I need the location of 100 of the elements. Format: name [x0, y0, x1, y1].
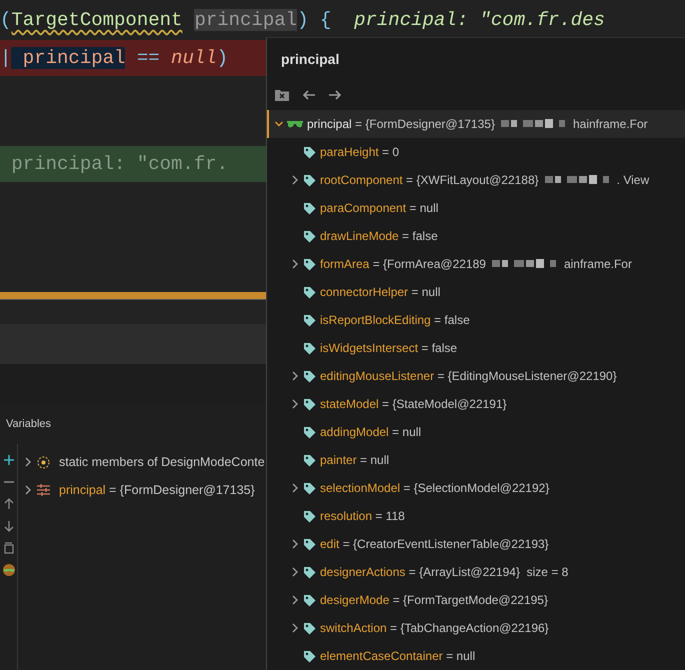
field-name: formArea [320, 257, 370, 271]
tag-icon [303, 202, 316, 214]
field-name: stateModel [320, 397, 379, 411]
tag-icon [303, 314, 316, 326]
chevron-icon[interactable] [291, 567, 299, 577]
field-name: isReportBlockEditing [320, 313, 431, 327]
chevron-icon[interactable] [291, 623, 299, 633]
field-value: = false [401, 229, 438, 243]
arrow-down-icon[interactable] [2, 520, 14, 532]
field-value: ainframe.For [564, 257, 632, 271]
tag-icon [303, 454, 316, 466]
chevron-icon[interactable] [275, 119, 283, 129]
tag-icon [303, 342, 316, 354]
tree-row[interactable]: designerActions = {ArrayList@22194} size = 8 [267, 558, 685, 586]
tree-row[interactable]: connectorHelper = null [267, 278, 685, 306]
tag-icon [303, 510, 316, 522]
tree-row[interactable]: paraComponent = null [267, 194, 685, 222]
chevron-icon[interactable] [291, 483, 299, 493]
field-name: edit [320, 537, 340, 551]
field-value: = false [420, 341, 458, 355]
variable-row[interactable]: principal = {FormDesigner@17135} [18, 476, 265, 504]
tree-row[interactable]: switchAction = {TabChangeAction@22196} [267, 614, 685, 642]
field-name: paraComponent [320, 201, 406, 215]
variable-value: = {FormDesigner@17135} [354, 117, 495, 131]
tree-row[interactable]: selectionModel = {SelectionModel@22192} [267, 474, 685, 502]
tree-row[interactable]: resolution = 118 [267, 502, 685, 530]
chevron-icon[interactable] [291, 371, 299, 381]
field-name: selectionModel [320, 481, 400, 495]
copy-icon[interactable] [2, 542, 14, 554]
tag-icon [303, 650, 316, 662]
tree-row[interactable]: desigerMode = {FormTargetMode@22195} [267, 586, 685, 614]
field-value: = {StateModel@22191} [381, 397, 507, 411]
tag-icon [303, 258, 316, 270]
chevron-icon[interactable] [291, 175, 299, 185]
tag-icon [303, 230, 316, 242]
field-name: connectorHelper [320, 285, 408, 299]
panel-title: Variables [6, 418, 52, 430]
field-icon [37, 484, 50, 496]
tree-row[interactable]: isReportBlockEditing = false [267, 306, 685, 334]
field-name: designerActions [320, 565, 406, 579]
tag-icon [303, 370, 316, 382]
glasses-icon[interactable] [2, 564, 14, 576]
tree-row[interactable]: elementCaseContainer = null [267, 642, 685, 670]
field-value: = {TabChangeAction@22196} [389, 621, 549, 635]
chevron-icon[interactable] [291, 259, 299, 269]
field-name: switchAction [320, 621, 387, 635]
tree-row[interactable]: addingModel = null [267, 418, 685, 446]
variable-row[interactable]: static members of DesignModeConte [18, 448, 265, 476]
chevron-icon[interactable] [291, 595, 299, 605]
arrow-up-icon[interactable] [2, 498, 14, 510]
tag-icon [303, 286, 316, 298]
tag-icon [303, 594, 316, 606]
static-icon [37, 456, 50, 468]
chevron-icon[interactable] [24, 485, 32, 495]
field-value: = {CreatorEventListenerTable@22193} [342, 537, 549, 551]
field-value: = null [391, 425, 422, 439]
code-line: (TargetComponent principal) { principal: "com.fr.des [0, 8, 606, 33]
field-value: = {FormTargetMode@22195} [392, 593, 548, 607]
tag-icon [303, 146, 316, 158]
tree-row[interactable]: drawLineMode = false [267, 222, 685, 250]
tag-icon [303, 174, 316, 186]
add-icon[interactable] [2, 454, 14, 466]
tree-row[interactable]: isWidgetsIntersect = false [267, 334, 685, 362]
field-name: addingModel [320, 425, 389, 439]
field-value: = {SelectionModel@22192} [402, 481, 550, 495]
tree-row[interactable]: stateModel = {StateModel@22191} [267, 390, 685, 418]
field-value: = {EditingMouseListener@22190} [436, 369, 617, 383]
field-name: paraHeight [320, 145, 379, 159]
variable-text: principal = {FormDesigner@17135} [59, 483, 255, 497]
forward-arrow-icon[interactable] [329, 90, 341, 100]
glasses-icon [287, 120, 303, 128]
field-name: painter [320, 453, 357, 467]
back-arrow-icon[interactable] [303, 90, 315, 100]
tag-icon [303, 398, 316, 410]
field-value: = {FormArea@22189 [372, 257, 486, 271]
folder-close-icon[interactable] [275, 89, 289, 101]
field-value: = 0 [381, 145, 400, 159]
field-name: isWidgetsIntersect [320, 341, 418, 355]
variable-value: hainframe.For [572, 117, 648, 131]
field-value: = null [410, 285, 440, 299]
field-name: resolution [320, 509, 372, 523]
tag-icon [303, 566, 316, 578]
tree-row[interactable]: editingMouseListener = {EditingMouseListener@22190} [267, 362, 685, 390]
chevron-icon[interactable] [291, 539, 299, 549]
chevron-icon[interactable] [291, 399, 299, 409]
field-value: = {ArrayList@22194} size = 8 [408, 565, 568, 579]
tree-row[interactable]: formArea = {FormArea@22189 ainframe.For [267, 250, 685, 278]
field-name: editingMouseListener [320, 369, 434, 383]
variable-text: static members of DesignModeConte [59, 455, 265, 469]
chevron-icon[interactable] [24, 457, 32, 467]
field-name: elementCaseContainer [320, 649, 443, 663]
tree-row[interactable]: principal = {FormDesigner@17135} hainframe.For [267, 110, 685, 138]
tree-row[interactable]: painter = null [267, 446, 685, 474]
tag-icon [303, 482, 316, 494]
tag-icon [303, 622, 316, 634]
field-name: desigerMode [320, 593, 390, 607]
field-value: = null [445, 649, 476, 663]
popup-title: principal [280, 50, 340, 69]
tree-row[interactable]: edit = {CreatorEventListenerTable@22193} [267, 530, 685, 558]
tag-icon [303, 538, 316, 550]
